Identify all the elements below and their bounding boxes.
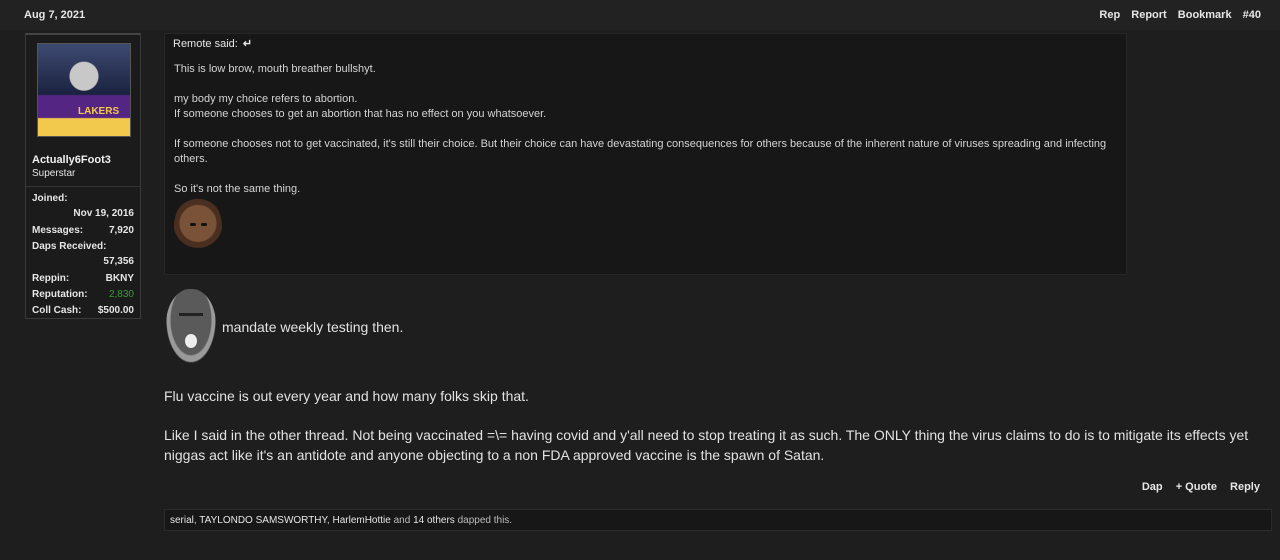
face-emoji-icon [174, 197, 222, 263]
messages-label: Messages: [32, 225, 84, 236]
quote-author: Remote said: [173, 38, 238, 50]
username[interactable]: Actually6Foot3 [32, 154, 111, 166]
joined-label: Joined: [32, 193, 68, 204]
daps-and: and [393, 515, 411, 526]
daps-bar: serial, TAYLONDO SAMSWORTHY, HarlemHotti… [164, 509, 1272, 531]
daps-value: 57,356 [103, 256, 134, 267]
dap-button[interactable]: Dap [1142, 481, 1163, 493]
daps-label: Daps Received: [32, 241, 107, 252]
emoji-eyes [179, 313, 203, 320]
post-text-line: mandate weekly testing then. [222, 319, 404, 335]
post-actions: Rep Report Bookmark #40 [1091, 9, 1261, 21]
quote-paragraph: my body my choice refers to abortion. If… [174, 92, 1119, 122]
rep-link[interactable]: Rep [1099, 9, 1120, 21]
post-date[interactable]: Aug 7, 2021 [24, 9, 85, 21]
quote-body: This is low brow, mouth breather bullshy… [174, 62, 1119, 212]
quote-paragraph: So it's not the same thing. [174, 183, 301, 195]
post-text-paragraph: Flu vaccine is out every year and how ma… [164, 388, 529, 404]
quote-block: Remote said: ↵ This is low brow, mouth b… [164, 33, 1127, 275]
reppin-label: Reppin: [32, 273, 70, 284]
dap-user-link[interactable]: HarlemHottie [332, 515, 390, 526]
quote-header: Remote said: ↵ [173, 37, 252, 50]
bookmark-link[interactable]: Bookmark [1178, 9, 1232, 21]
emoji-mouth [185, 334, 197, 348]
quote-button[interactable]: + Quote [1176, 481, 1217, 493]
dap-user-link[interactable]: TAYLONDO SAMSWORTHY [199, 515, 327, 526]
quote-jump-icon[interactable]: ↵ [243, 38, 252, 50]
reply-button[interactable]: Reply [1230, 481, 1260, 493]
post-header: Aug 7, 2021 Rep Report Bookmark #40 [0, 0, 1280, 30]
post-footer-actions: Dap + Quote Reply [1132, 481, 1260, 493]
daps-suffix: dapped this. [457, 515, 513, 526]
reputation-label: Reputation: [32, 289, 88, 300]
avatar-logo: LAKERS [78, 106, 120, 117]
dap-user-link[interactable]: serial [170, 515, 194, 526]
divider [26, 186, 140, 187]
post-text-paragraph: Like I said in the other thread. Not bei… [164, 427, 1249, 463]
dap-others-link[interactable]: 14 others [413, 515, 455, 526]
post-number-link[interactable]: #40 [1243, 9, 1261, 21]
shocked-face-emoji-icon [166, 289, 216, 363]
reputation-value: 2,830 [108, 289, 134, 300]
user-info-panel: LAKERS Actually6Foot3 Superstar Joined: … [25, 33, 141, 319]
quote-line: If someone chooses to get an abortion th… [174, 108, 547, 120]
user-title: Superstar [32, 168, 76, 179]
messages-value: 7,920 [108, 225, 134, 236]
reppin-value: BKNY [105, 273, 134, 284]
collcash-label: Coll Cash: [32, 305, 82, 316]
quote-paragraph: If someone chooses not to get vaccinated… [174, 138, 1107, 165]
quote-paragraph: This is low brow, mouth breather bullshy… [174, 63, 376, 75]
quote-line: my body my choice refers to abortion. [174, 93, 358, 105]
user-avatar[interactable]: LAKERS [37, 43, 131, 137]
joined-value: Nov 19, 2016 [73, 208, 134, 219]
collcash-value: $500.00 [97, 305, 134, 316]
report-link[interactable]: Report [1131, 9, 1166, 21]
